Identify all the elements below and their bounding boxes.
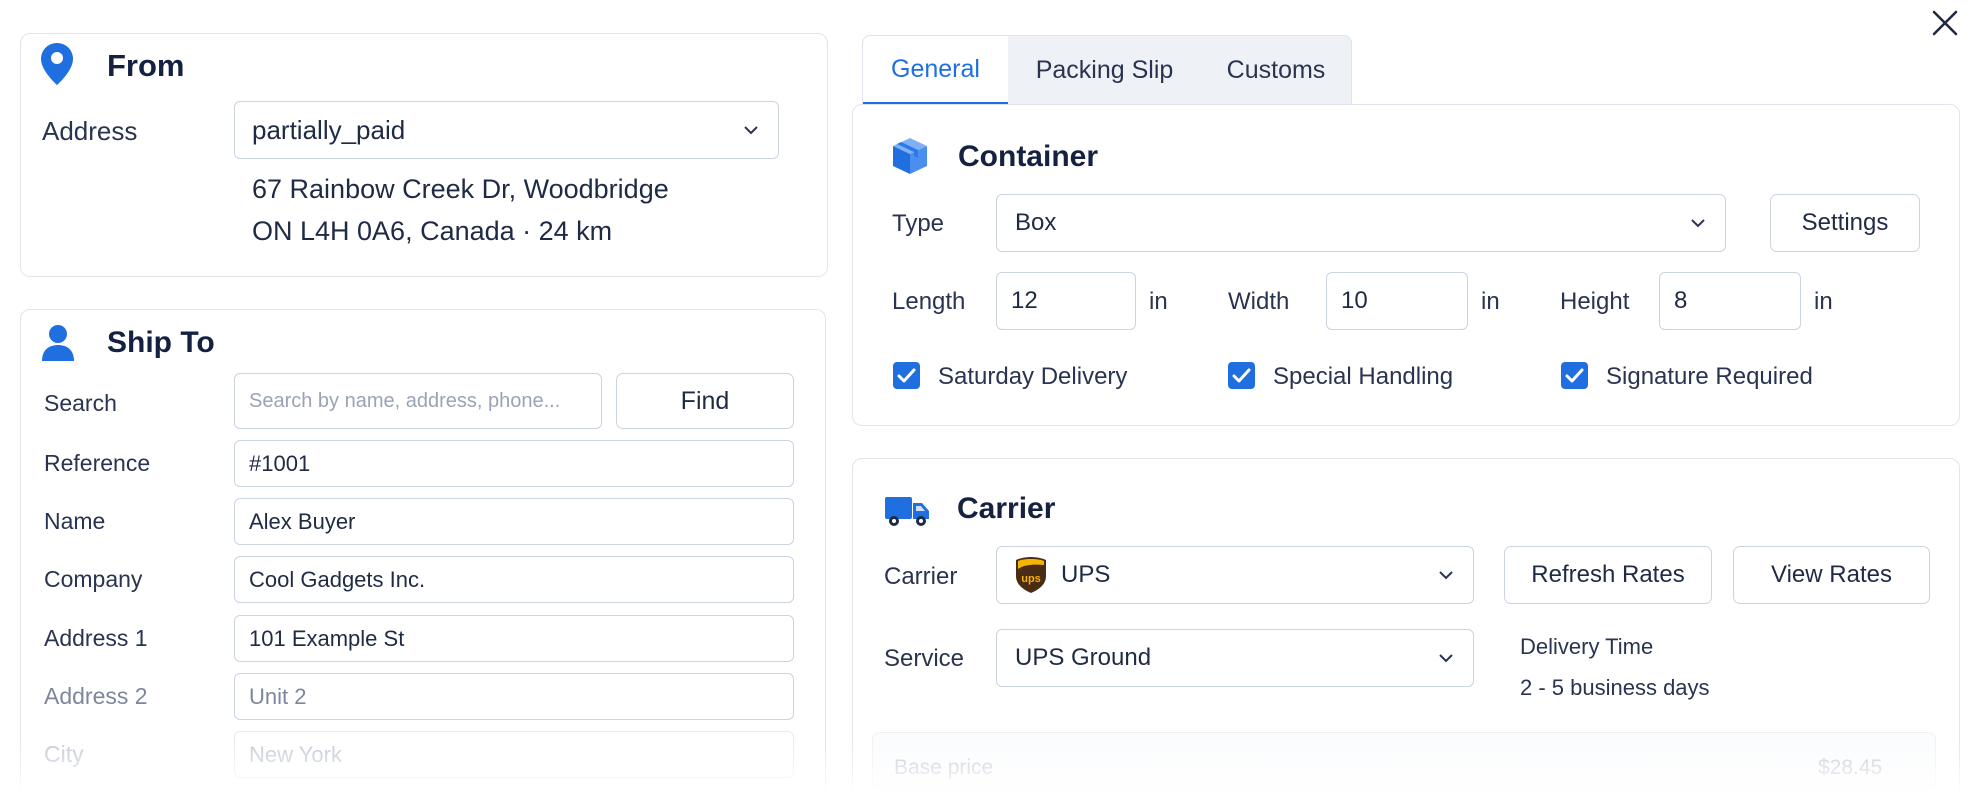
ups-logo-text: ups [1021, 573, 1041, 585]
carrier-title: Carrier [957, 492, 1056, 525]
chevron-down-icon [1439, 654, 1453, 663]
view-rates-button[interactable]: View Rates [1733, 546, 1930, 604]
city-value: New York [249, 741, 342, 767]
company-label: Company [44, 566, 143, 592]
user-icon [42, 325, 74, 361]
city-field[interactable]: New York [234, 731, 794, 778]
tab-customs[interactable]: Customs [1201, 36, 1351, 105]
delivery-time-value: 2 - 5 business days [1520, 675, 1710, 700]
tab-general[interactable]: General [863, 36, 1008, 105]
check-icon [1565, 368, 1584, 383]
address1-value: 101 Example St [249, 625, 405, 651]
width-value: 10 [1341, 287, 1368, 314]
truck-icon [885, 497, 929, 526]
reference-field[interactable]: #1001 [234, 440, 794, 487]
reference-value: #1001 [249, 450, 311, 476]
service-label: Service [884, 645, 965, 672]
carrier-select[interactable]: ups UPS [996, 546, 1474, 604]
width-input[interactable]: 10 [1326, 272, 1468, 330]
tab-bar: General Packing Slip Customs [862, 35, 1352, 105]
signature-required-checkbox[interactable] [1561, 362, 1588, 389]
search-placeholder: Search by name, address, phone... [249, 389, 561, 412]
from-address-select-value: partially_paid [252, 114, 406, 145]
special-handling-label: Special Handling [1273, 363, 1454, 390]
reference-label: Reference [44, 450, 151, 476]
height-unit: in [1814, 288, 1833, 315]
ship-to-title: Ship To [107, 326, 215, 359]
service-select[interactable]: UPS Ground [996, 629, 1474, 687]
type-select-value: Box [1015, 209, 1057, 236]
city-label: City [44, 741, 84, 767]
address1-field[interactable]: 101 Example St [234, 615, 794, 662]
width-label: Width [1228, 288, 1290, 315]
address1-label: Address 1 [44, 625, 148, 651]
chevron-down-icon [1439, 571, 1453, 580]
settings-button[interactable]: Settings [1770, 194, 1920, 252]
signature-required-label: Signature Required [1606, 363, 1813, 390]
from-title: From [107, 48, 185, 83]
length-label: Length [892, 288, 966, 315]
address2-label: Address 2 [44, 683, 148, 709]
saturday-delivery-checkbox[interactable] [893, 362, 920, 389]
saturday-delivery-label: Saturday Delivery [938, 363, 1128, 390]
from-address-select[interactable]: partially_paid [234, 101, 779, 159]
width-unit: in [1481, 288, 1500, 315]
name-field[interactable]: Alex Buyer [234, 498, 794, 545]
name-label: Name [44, 508, 106, 534]
service-select-value: UPS Ground [1015, 644, 1152, 671]
chevron-down-icon [744, 126, 758, 135]
base-price-value: $28.45 [1818, 756, 1883, 779]
company-value: Cool Gadgets Inc. [249, 566, 426, 592]
box-icon [893, 138, 927, 174]
special-handling-checkbox[interactable] [1228, 362, 1255, 389]
length-input[interactable]: 12 [996, 272, 1136, 330]
search-label: Search [44, 390, 117, 416]
company-field[interactable]: Cool Gadgets Inc. [234, 556, 794, 603]
carrier-select-value: UPS [1061, 561, 1111, 588]
price-summary-box [872, 732, 1936, 792]
search-input[interactable]: Search by name, address, phone... [234, 373, 602, 429]
tab-packing-slip[interactable]: Packing Slip [1008, 36, 1201, 105]
length-unit: in [1149, 288, 1168, 315]
length-value: 12 [1011, 287, 1038, 314]
close-button[interactable] [1928, 6, 1962, 40]
check-icon [1232, 368, 1251, 383]
container-title: Container [958, 140, 1099, 173]
refresh-rates-button[interactable]: Refresh Rates [1504, 546, 1712, 604]
address2-value: Unit 2 [249, 683, 307, 709]
from-address-label: Address [42, 116, 138, 146]
chevron-down-icon [1691, 219, 1705, 228]
name-value: Alex Buyer [249, 508, 356, 534]
type-select[interactable]: Box [996, 194, 1726, 252]
delivery-time-label: Delivery Time [1520, 634, 1654, 659]
height-label: Height [1560, 288, 1630, 315]
from-address-line2: ON L4H 0A6, Canada · 24 km [252, 216, 613, 246]
check-icon [897, 368, 916, 383]
address2-field[interactable]: Unit 2 [234, 673, 794, 720]
close-icon [1932, 10, 1958, 36]
from-address-line1: 67 Rainbow Creek Dr, Woodbridge [252, 174, 669, 204]
height-input[interactable]: 8 [1659, 272, 1801, 330]
find-button[interactable]: Find [616, 373, 794, 429]
height-value: 8 [1674, 287, 1688, 314]
location-pin-icon [41, 43, 73, 85]
ups-logo: ups [1016, 557, 1046, 593]
base-price-label: Base price [894, 756, 994, 779]
carrier-label: Carrier [884, 563, 958, 590]
type-label: Type [892, 210, 945, 237]
